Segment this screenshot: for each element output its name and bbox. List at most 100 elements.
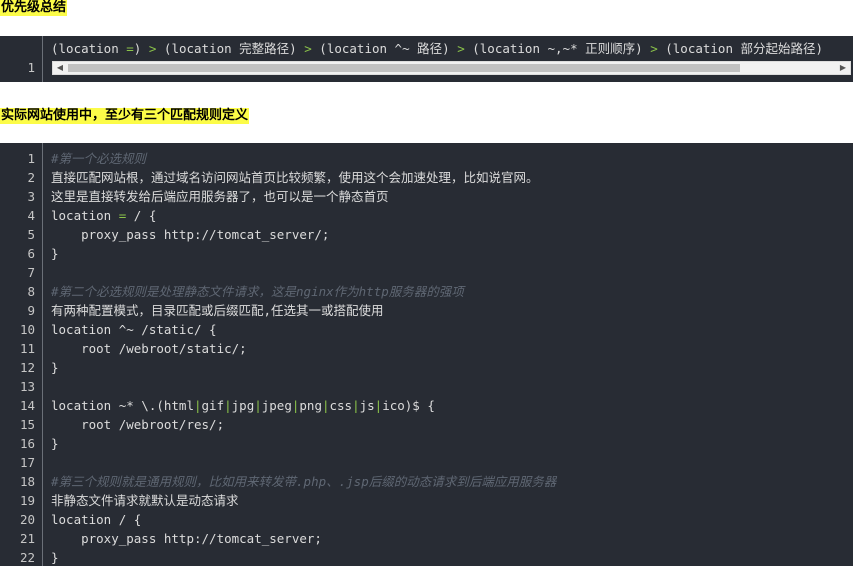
line-number: 13 bbox=[19, 379, 35, 394]
code-line: 8 #第二个必选规则是处理静态文件请求，这是nginx作为http服务器的强项 bbox=[0, 282, 853, 301]
code-line: 18 #第三个规则就是通用规则，比如用来转发带.php、.jsp后缀的动态请求到后… bbox=[0, 472, 853, 491]
heading-practice-rules: 实际网站使用中，至少有三个匹配规则定义 bbox=[0, 108, 250, 124]
line-number: 4 bbox=[27, 208, 35, 223]
code-line-text: #第一个必选规则 bbox=[51, 149, 146, 168]
code-token: js bbox=[359, 398, 375, 413]
code-line: 7 bbox=[0, 263, 853, 282]
code-token: 直接匹配网站根，通过域名访问网站首页比较频繁，使用这个会加速处理，比如说官网。 bbox=[51, 170, 539, 185]
line-number: 3 bbox=[27, 189, 35, 204]
code-line: 1 (location =) > (location 完整路径) > (loca… bbox=[0, 39, 853, 75]
line-number: 1 bbox=[27, 151, 35, 166]
line-number: 18 bbox=[19, 474, 35, 489]
code-line-text: proxy_pass http://tomcat_server/; bbox=[51, 225, 329, 244]
code-line: 21 proxy_pass http://tomcat_server; bbox=[0, 529, 853, 548]
code-token: | bbox=[224, 398, 232, 413]
code-token: (location 部分起始路径) bbox=[657, 41, 824, 56]
code-line-text: #第三个规则就是通用规则，比如用来转发带.php、.jsp后缀的动态请求到后端应… bbox=[51, 472, 556, 491]
scrollbar-thumb[interactable] bbox=[68, 64, 740, 72]
code-line: 15 root /webroot/res/; bbox=[0, 415, 853, 434]
line-number: 16 bbox=[19, 436, 35, 451]
code-line: 10 location ^~ /static/ { bbox=[0, 320, 853, 339]
line-number: 7 bbox=[27, 265, 35, 280]
code-token: location ~* \.(html bbox=[51, 398, 194, 413]
line-number: 2 bbox=[27, 170, 35, 185]
code-line-text: location / { bbox=[51, 510, 141, 529]
code-token: } bbox=[51, 246, 59, 261]
code-token: = bbox=[126, 41, 134, 56]
code-line: 11 root /webroot/static/; bbox=[0, 339, 853, 358]
code-line: 9 有两种配置模式，目录匹配或后缀匹配,任选其一或搭配使用 bbox=[0, 301, 853, 320]
code-token: #第三个规则就是通用规则，比如用来转发带.php、.jsp后缀的动态请求到后端应… bbox=[51, 474, 557, 489]
heading-priority-summary: 优先级总结 bbox=[0, 0, 68, 16]
code-token: root /webroot/static/; bbox=[51, 341, 247, 356]
code-line-text: proxy_pass http://tomcat_server; bbox=[51, 529, 322, 548]
code-token: } bbox=[51, 360, 59, 375]
code-line-text: 直接匹配网站根，通过域名访问网站首页比较频繁，使用这个会加速处理，比如说官网。 bbox=[51, 168, 539, 187]
code-block-rules: 1 #第一个必选规则 2 直接匹配网站根，通过域名访问网站首页比较频繁，使用这个会加速… bbox=[0, 143, 853, 566]
code-line: 14 location ~* \.(html|gif|jpg|jpeg|png|c… bbox=[0, 396, 853, 415]
code-line: 2 直接匹配网站根，通过域名访问网站首页比较频繁，使用这个会加速处理，比如说官网。 bbox=[0, 168, 853, 187]
code-token: | bbox=[352, 398, 360, 413]
line-number: 22 bbox=[19, 550, 35, 565]
code-line: 13 bbox=[0, 377, 853, 396]
line-number: 17 bbox=[19, 455, 35, 470]
code-token: / { bbox=[126, 208, 157, 223]
scroll-left-arrow-icon[interactable]: ◀ bbox=[53, 62, 67, 74]
code-token: (location bbox=[51, 41, 127, 56]
code-line: 5 proxy_pass http://tomcat_server/; bbox=[0, 225, 853, 244]
code-token: gif bbox=[201, 398, 225, 413]
code-line: 4 location = / { bbox=[0, 206, 853, 225]
code-line-text: location ^~ /static/ { bbox=[51, 320, 217, 339]
code-token: png bbox=[299, 398, 322, 413]
code-token: > bbox=[650, 41, 658, 56]
code-token: location ^~ /static/ { bbox=[51, 322, 217, 337]
code-token: 有两种配置模式，目录匹配或后缀匹配,任选其一或搭配使用 bbox=[51, 303, 384, 318]
line-number: 5 bbox=[27, 227, 35, 242]
code-line-text: #第二个必选规则是处理静态文件请求，这是nginx作为http服务器的强项 bbox=[51, 282, 464, 301]
code-line-text: (location =) > (location 完整路径) > (locati… bbox=[51, 39, 823, 58]
code-token: } bbox=[51, 436, 59, 451]
line-number: 9 bbox=[27, 303, 35, 318]
code-token: jpg bbox=[231, 398, 255, 413]
code-token: proxy_pass http://tomcat_server/; bbox=[51, 227, 330, 242]
code-token: location bbox=[51, 208, 119, 223]
code-token: } bbox=[51, 550, 59, 565]
line-number: 1 bbox=[27, 60, 35, 75]
code-block-priority: 1 (location =) > (location 完整路径) > (loca… bbox=[0, 36, 853, 82]
code-token: ico)$ { bbox=[382, 398, 435, 413]
line-number: 8 bbox=[27, 284, 35, 299]
code-token: (location ^~ 路径) bbox=[311, 41, 458, 56]
code-token: #第二个必选规则是处理静态文件请求，这是nginx作为http服务器的强项 bbox=[51, 284, 464, 299]
code-token: root /webroot/res/; bbox=[51, 417, 225, 432]
code-token: (location 完整路径) bbox=[156, 41, 305, 56]
code-token: jpeg bbox=[261, 398, 292, 413]
line-number: 15 bbox=[19, 417, 35, 432]
line-number: 21 bbox=[19, 531, 35, 546]
code-line: 16} bbox=[0, 434, 853, 453]
code-line: 22} bbox=[0, 548, 853, 566]
code-line-text: } bbox=[51, 244, 59, 263]
code-line: 6} bbox=[0, 244, 853, 263]
code-token: 这里是直接转发给后端应用服务器了，也可以是一个静态首页 bbox=[51, 189, 389, 204]
code-token: | bbox=[194, 398, 202, 413]
code-line-text: 非静态文件请求就默认是动态请求 bbox=[51, 491, 239, 510]
code-token: location / { bbox=[51, 512, 142, 527]
scroll-right-arrow-icon[interactable]: ▶ bbox=[836, 62, 850, 74]
code-token: #第一个必选规则 bbox=[51, 151, 147, 166]
code-line: 17 bbox=[0, 453, 853, 472]
line-number: 6 bbox=[27, 246, 35, 261]
line-number: 10 bbox=[19, 322, 35, 337]
code-token: proxy_pass http://tomcat_server; bbox=[51, 531, 322, 546]
code-line-text: location ~* \.(html|gif|jpg|jpeg|png|css… bbox=[51, 396, 435, 415]
code-line-text: } bbox=[51, 434, 59, 453]
horizontal-scrollbar[interactable]: ◀ ▶ bbox=[52, 61, 851, 75]
line-number: 12 bbox=[19, 360, 35, 375]
code-token: | bbox=[254, 398, 262, 413]
code-line-text: location = / { bbox=[51, 206, 156, 225]
code-token: ) bbox=[133, 41, 149, 56]
code-token: > bbox=[304, 41, 312, 56]
code-token: (location ~,~* 正则顺序) bbox=[464, 41, 651, 56]
line-number: 14 bbox=[19, 398, 35, 413]
code-line: 3 这里是直接转发给后端应用服务器了，也可以是一个静态首页 bbox=[0, 187, 853, 206]
line-number: 19 bbox=[19, 493, 35, 508]
